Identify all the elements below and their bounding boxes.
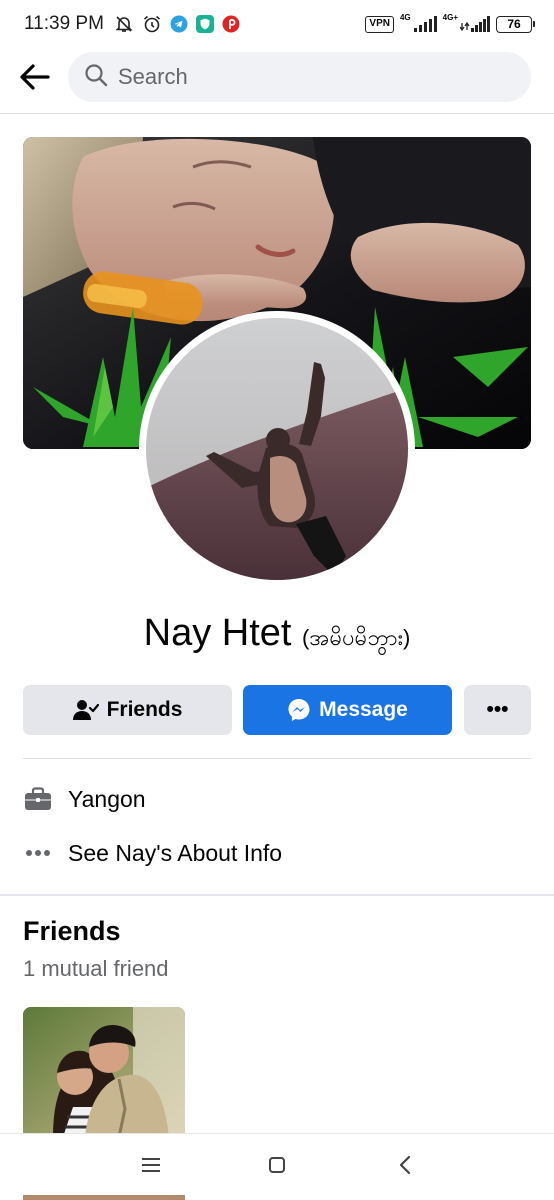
pinterest-icon [222, 15, 240, 33]
section-divider [0, 894, 554, 896]
mute-bell-icon [114, 14, 134, 34]
mutual-friends-count[interactable]: 1 mutual friend [23, 956, 169, 982]
status-icons-right: VPN 4G 4G+ 76 [365, 12, 535, 33]
search-input[interactable] [118, 64, 498, 90]
back-button[interactable] [14, 59, 54, 99]
recent-apps-button[interactable] [136, 1152, 166, 1182]
arrow-left-icon [18, 63, 50, 96]
top-bar [0, 48, 554, 110]
message-button[interactable]: Message [243, 685, 452, 735]
divider [0, 113, 554, 114]
shield-app-icon [195, 15, 214, 33]
profile-name-text: Nay Htet [143, 612, 292, 654]
home-button[interactable] [262, 1152, 292, 1182]
vpn-badge: VPN [365, 15, 394, 33]
battery-icon: 76 [496, 15, 535, 33]
menu-icon [141, 1157, 161, 1178]
friends-button[interactable]: Friends [23, 685, 232, 735]
profile-actions: Friends Message ••• [23, 685, 531, 735]
about-info-row[interactable]: See Nay's About Info [23, 833, 531, 873]
divider [23, 758, 531, 759]
briefcase-icon [23, 784, 53, 814]
avatar-image [146, 318, 408, 580]
friends-section-title: Friends [23, 916, 121, 946]
telegram-icon [170, 15, 188, 33]
system-nav-bar [0, 1133, 554, 1195]
square-icon [268, 1156, 286, 1179]
message-button-label: Message [319, 698, 408, 721]
status-time: 11:39 PM [24, 13, 104, 34]
signal-icon [413, 15, 437, 33]
more-options-button[interactable]: ••• [464, 685, 531, 735]
friends-check-icon [72, 699, 99, 721]
network-type-1: 4G [399, 12, 411, 22]
profile-name: Nay Htet (အမိပမိဘွား) [0, 612, 554, 656]
about-info-link[interactable]: See Nay's About Info [68, 840, 282, 867]
profile-avatar[interactable] [139, 311, 415, 587]
status-icons-left [114, 14, 240, 34]
chevron-left-icon [398, 1155, 412, 1180]
search-box[interactable] [68, 52, 531, 102]
system-back-button[interactable] [390, 1152, 420, 1182]
messenger-icon [287, 698, 311, 722]
profile-alt-name: (အမိပမိဘွား) [302, 625, 411, 650]
work-location-text: Yangon [68, 785, 146, 812]
ellipsis-icon [23, 838, 53, 868]
network-type-2: 4G+ [442, 12, 458, 22]
work-info-row: Yangon [23, 779, 531, 819]
friends-button-label: Friends [106, 698, 183, 721]
signal-icon-2 [460, 15, 490, 33]
friend-card-photo[interactable] [23, 1007, 185, 1137]
alarm-clock-icon [142, 14, 162, 34]
more-dots-icon: ••• [486, 698, 509, 721]
search-icon [84, 63, 108, 92]
status-bar: 11:39 PM VPN 4G 4G+ 76 [0, 0, 554, 48]
